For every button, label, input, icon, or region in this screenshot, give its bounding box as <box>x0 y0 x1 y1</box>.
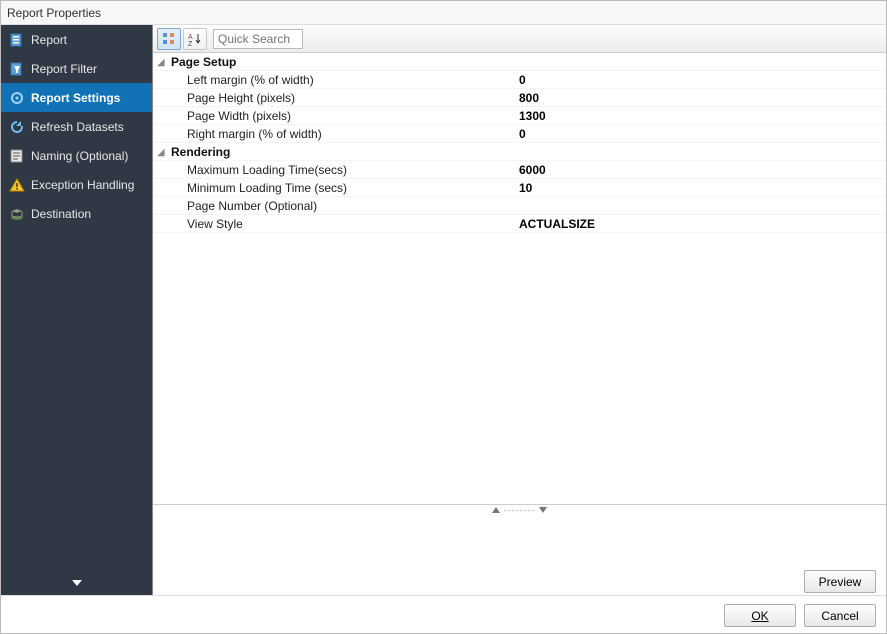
categorized-view-button[interactable] <box>157 28 181 50</box>
sidebar-spacer <box>1 228 152 571</box>
sidebar-item-label: Refresh Datasets <box>31 120 124 134</box>
prop-value[interactable]: 800 <box>515 89 886 106</box>
preview-button[interactable]: Preview <box>804 570 876 593</box>
prop-value[interactable]: 6000 <box>515 161 886 178</box>
sidebar-item-refresh-datasets[interactable]: Refresh Datasets <box>1 112 152 141</box>
prop-page-number[interactable]: Page Number (Optional) <box>153 197 886 215</box>
sidebar-item-report[interactable]: Report <box>1 25 152 54</box>
prop-value[interactable]: ACTUALSIZE <box>515 215 886 232</box>
prop-value[interactable]: 10 <box>515 179 886 196</box>
sidebar-item-report-settings[interactable]: Report Settings <box>1 83 152 112</box>
svg-text:A: A <box>188 34 193 41</box>
splitter-grip-icon: ········ <box>492 505 548 515</box>
chevron-down-icon <box>71 577 83 589</box>
ok-button[interactable]: OK <box>724 604 796 627</box>
prop-label: Maximum Loading Time(secs) <box>185 161 515 178</box>
alphabetical-view-button[interactable]: A Z <box>183 28 207 50</box>
prop-value[interactable] <box>515 197 886 214</box>
prop-max-loading-time[interactable]: Maximum Loading Time(secs) 6000 <box>153 161 886 179</box>
dialog-body: Report Report Filter Report Settings Ref… <box>1 25 886 595</box>
dialog-report-properties: Report Properties Report Report Filter <box>0 0 887 634</box>
prop-label: Right margin (% of width) <box>185 125 515 142</box>
sidebar-item-label: Report Settings <box>31 91 120 105</box>
sidebar-item-label: Exception Handling <box>31 178 134 192</box>
prop-value[interactable]: 1300 <box>515 107 886 124</box>
categorized-icon <box>162 32 176 46</box>
sidebar-item-exception-handling[interactable]: Exception Handling <box>1 170 152 199</box>
collapse-icon[interactable]: ◢ <box>153 143 169 160</box>
sidebar-collapse-toggle[interactable] <box>1 571 152 595</box>
warning-icon <box>9 177 25 193</box>
group-label: Rendering <box>169 143 886 160</box>
property-toolbar: A Z <box>153 25 886 53</box>
refresh-icon <box>9 119 25 135</box>
destination-icon <box>9 206 25 222</box>
property-grid: ◢ Page Setup Left margin (% of width) 0 … <box>153 53 886 504</box>
group-label: Page Setup <box>169 53 886 70</box>
prop-label: Page Height (pixels) <box>185 89 515 106</box>
filter-icon <box>9 61 25 77</box>
sort-az-icon: A Z <box>188 32 202 46</box>
naming-icon <box>9 148 25 164</box>
window-title: Report Properties <box>1 1 886 25</box>
prop-value[interactable]: 0 <box>515 125 886 142</box>
group-page-setup[interactable]: ◢ Page Setup <box>153 53 886 71</box>
sidebar-item-label: Report <box>31 33 67 47</box>
cancel-button[interactable]: Cancel <box>804 604 876 627</box>
prop-left-margin[interactable]: Left margin (% of width) 0 <box>153 71 886 89</box>
sidebar-item-label: Naming (Optional) <box>31 149 128 163</box>
search-input[interactable] <box>213 29 303 49</box>
group-rendering[interactable]: ◢ Rendering <box>153 143 886 161</box>
collapse-icon[interactable]: ◢ <box>153 53 169 70</box>
dialog-footer: OK Cancel <box>1 595 886 633</box>
prop-page-width[interactable]: Page Width (pixels) 1300 <box>153 107 886 125</box>
sidebar-item-report-filter[interactable]: Report Filter <box>1 54 152 83</box>
sidebar-item-naming[interactable]: Naming (Optional) <box>1 141 152 170</box>
sidebar-item-destination[interactable]: Destination <box>1 199 152 228</box>
prop-label: View Style <box>185 215 515 232</box>
main-panel: A Z ◢ Page Setup Left margin (% of width… <box>153 25 886 595</box>
prop-page-height[interactable]: Page Height (pixels) 800 <box>153 89 886 107</box>
splitter-handle[interactable]: ········ <box>153 504 886 514</box>
prop-label: Page Number (Optional) <box>185 197 515 214</box>
report-icon <box>9 32 25 48</box>
sidebar-item-label: Report Filter <box>31 62 97 76</box>
prop-label: Minimum Loading Time (secs) <box>185 179 515 196</box>
prop-right-margin[interactable]: Right margin (% of width) 0 <box>153 125 886 143</box>
prop-label: Page Width (pixels) <box>185 107 515 124</box>
prop-min-loading-time[interactable]: Minimum Loading Time (secs) 10 <box>153 179 886 197</box>
sidebar: Report Report Filter Report Settings Ref… <box>1 25 153 595</box>
sidebar-item-label: Destination <box>31 207 91 221</box>
prop-label: Left margin (% of width) <box>185 71 515 88</box>
settings-icon <box>9 90 25 106</box>
prop-view-style[interactable]: View Style ACTUALSIZE <box>153 215 886 233</box>
svg-text:Z: Z <box>188 41 193 46</box>
description-pane <box>153 514 886 564</box>
prop-value[interactable]: 0 <box>515 71 886 88</box>
